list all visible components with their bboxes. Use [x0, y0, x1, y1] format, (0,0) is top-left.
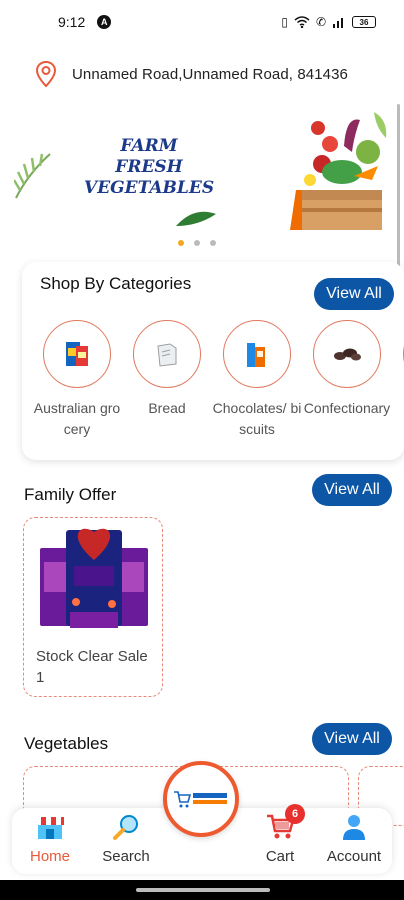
product-card[interactable]: Stock Clear Sale 1: [23, 517, 163, 697]
categories-title: Shop By Categories: [40, 274, 192, 293]
gesture-handle[interactable]: [136, 888, 270, 892]
nav-cart-label: Cart: [265, 848, 295, 865]
vegetable-basket-illustration: [290, 112, 387, 230]
banner-pagination[interactable]: [178, 240, 216, 246]
category-label: Chocolates/ biscuits: [212, 400, 302, 437]
family-offer-view-all-button[interactable]: View All: [312, 474, 392, 506]
product-name: Stock Clear Sale 1: [36, 648, 148, 686]
account-icon: [339, 812, 369, 842]
categories-view-all-button[interactable]: View All: [314, 278, 394, 310]
category-item-australian-grocery[interactable]: Australian grocery: [32, 320, 122, 440]
nav-home-label: Home: [29, 848, 70, 865]
nav-account[interactable]: Account: [318, 812, 390, 865]
vegetables-view-all-button[interactable]: View All: [312, 723, 392, 755]
store-logo-button[interactable]: [163, 761, 239, 837]
category-label: Bread: [148, 400, 186, 416]
bread-icon: [133, 320, 201, 388]
call-icon: ✆: [315, 15, 326, 29]
chocolate-bar-icon: [223, 320, 291, 388]
grocery-pack-icon: [43, 320, 111, 388]
product-image: [40, 528, 148, 628]
category-item-more[interactable]: D: [392, 320, 404, 440]
search-icon: [111, 812, 141, 842]
store-logo: [174, 791, 227, 808]
category-list: Australian grocery Bread Chocolates/ bis…: [32, 320, 404, 440]
battery-icon: 36: [352, 16, 376, 28]
pagination-dot[interactable]: [194, 240, 200, 246]
category-label: Australian grocery: [33, 400, 121, 437]
vegetables-title: Vegetables: [24, 734, 109, 753]
palm-leaf-icon: [14, 153, 51, 199]
status-icons: ▯ ✆ 36: [281, 15, 376, 29]
promo-banner[interactable]: FARM FRESH VEGETABLES: [14, 104, 390, 234]
category-item-chocolates[interactable]: Chocolates/ biscuits: [212, 320, 302, 440]
wifi-icon: [294, 16, 310, 28]
notification-badge-icon: A: [97, 15, 112, 29]
sweets-icon: [313, 320, 381, 388]
category-label: D: [392, 398, 404, 419]
nav-search-label: Search: [102, 848, 150, 865]
nav-account-label: Account: [326, 848, 382, 865]
leaf-icon: [176, 211, 216, 226]
location-address: Unnamed Road,Unnamed Road, 841436: [72, 65, 348, 83]
vibrate-icon: ▯: [281, 15, 288, 29]
pagination-dot[interactable]: [210, 240, 216, 246]
status-bar: 9:12 A ▯ ✆ 36: [0, 0, 404, 44]
nav-search[interactable]: Search: [90, 812, 162, 865]
system-gesture-bar: [0, 880, 404, 900]
status-time: 9:12: [58, 14, 86, 30]
location-bar[interactable]: Unnamed Road,Unnamed Road, 841436: [34, 58, 384, 90]
signal-icon: [333, 18, 343, 28]
category-label: Confectionary: [303, 400, 391, 416]
cart-icon: 6: [265, 804, 305, 842]
nav-cart[interactable]: 6 Cart: [244, 804, 316, 865]
categories-card: Shop By Categories View All Australian g…: [22, 262, 404, 460]
pagination-dot[interactable]: [178, 240, 184, 246]
banner-title: FARM FRESH VEGETABLES: [84, 136, 215, 198]
family-offer-title: Family Offer: [24, 485, 117, 504]
store-icon: [35, 812, 65, 842]
category-item-confectionary[interactable]: Confectionary: [302, 320, 392, 440]
category-item-bread[interactable]: Bread: [122, 320, 212, 440]
cart-count-badge: 6: [285, 804, 305, 824]
location-pin-icon: [35, 60, 57, 88]
nav-home[interactable]: Home: [14, 812, 86, 865]
